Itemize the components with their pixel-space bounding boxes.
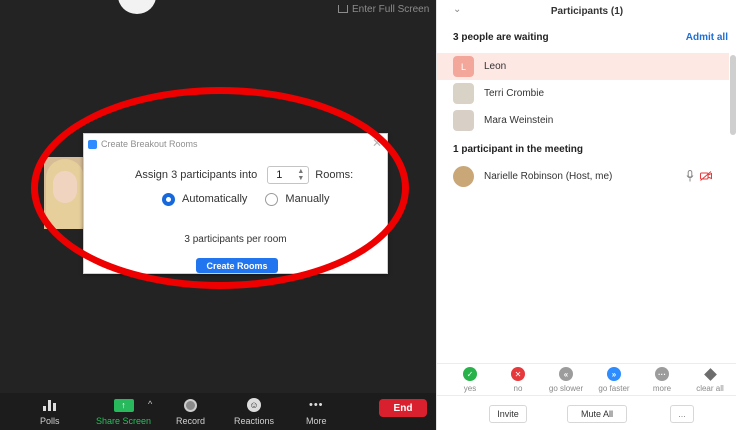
radio-checked-icon[interactable] [162,192,175,206]
waiting-list-scrollbar[interactable] [730,55,736,135]
cross-icon: ✕ [511,367,525,381]
fullscreen-label: Enter Full Screen [352,3,430,15]
top-control-circle[interactable] [118,0,156,14]
dialog-title-bar: Create Breakout Rooms [88,137,198,151]
more-options-button[interactable]: ... [670,405,694,423]
participants-panel: ⌄ Participants (1) 3 people are waiting … [436,0,736,430]
zoom-app-icon [88,139,97,149]
camera-off-icon[interactable] [700,171,712,181]
reactions-button[interactable]: ☺ Reactions [234,396,274,426]
stepper-arrows-icon[interactable]: ▲ ▼ [297,168,304,182]
radio-manually[interactable]: Manually [265,192,330,206]
reactions-label: Reactions [234,416,275,426]
avatar: L [453,56,474,77]
radio-manually-label: Manually [285,193,330,205]
nonverbal-feedback-bar: ✓ yes ✕ no « go slower » go faster ··· m… [437,363,736,393]
record-label: Record [176,416,206,426]
radio-automatically[interactable]: Automatically [162,192,248,206]
dialog-title: Create Breakout Rooms [101,139,198,149]
admit-all-button[interactable]: Admit all [686,32,728,43]
participant-name: Mara Weinstein [484,115,554,126]
create-rooms-button[interactable]: Create Rooms [196,258,278,273]
microphone-icon[interactable] [686,170,694,182]
radio-unchecked-icon[interactable] [265,192,279,206]
more-button[interactable]: ••• More [306,396,327,426]
participant-name: Terri Crombie [484,88,545,99]
feedback-label: no [513,384,523,393]
waiting-room-title: 3 people are waiting [453,32,549,43]
record-icon [184,396,197,414]
reactions-icon: ☺ [247,396,262,414]
room-count-stepper[interactable]: 1 ▲ ▼ [267,166,310,184]
waiting-participant-row[interactable]: Mara Weinstein [437,107,729,134]
mute-all-button[interactable]: Mute All [567,405,627,423]
feedback-label: clear all [696,384,724,393]
waiting-room-header: 3 people are waiting Admit all [437,28,736,48]
share-screen-button[interactable]: ↑ Share Screen [96,396,151,426]
more-dots-icon: ··· [655,367,669,381]
participants-per-room-text: 3 participants per room [184,234,287,245]
meeting-area: Enter Full Screen Create Breakout Rooms … [0,0,436,430]
share-options-caret-icon[interactable]: ^ [148,399,152,409]
more-label: More [306,416,327,426]
check-icon: ✓ [463,367,477,381]
in-meeting-title: 1 participant in the meeting [453,144,584,155]
video-face-shape [53,171,77,203]
feedback-go-faster-button[interactable]: » go faster [588,367,640,393]
eraser-icon [703,367,717,381]
polls-label: Polls [40,416,60,426]
feedback-more-button[interactable]: ··· more [636,367,688,393]
fast-forward-icon: » [607,367,621,381]
create-breakout-rooms-dialog: Create Breakout Rooms ✕ Assign 3 partici… [83,133,388,274]
record-button[interactable]: Record [176,396,205,426]
avatar [453,110,474,131]
feedback-go-slower-button[interactable]: « go slower [540,367,592,393]
participant-name: Narielle Robinson (Host, me) [484,171,613,182]
assign-label: Assign 3 participants into [135,169,258,181]
more-dots-icon: ••• [308,399,324,411]
feedback-yes-button[interactable]: ✓ yes [444,367,496,393]
invite-button[interactable]: Invite [489,405,527,423]
room-count-value: 1 [276,169,283,181]
participant-name: Leon [484,61,507,72]
assignment-mode-group: Automatically Manually [162,191,347,207]
rewind-icon: « [559,367,573,381]
meeting-toolbar: Polls ↑ Share Screen ^ Record ☺ Reaction… [0,393,436,430]
rooms-label: Rooms: [315,169,354,181]
fullscreen-icon [338,5,348,13]
feedback-no-button[interactable]: ✕ no [492,367,544,393]
feedback-label: go slower [548,384,584,393]
polls-button[interactable]: Polls [40,396,60,426]
end-meeting-button[interactable]: End [379,399,427,417]
enter-full-screen-button[interactable]: Enter Full Screen [338,2,429,16]
waiting-participant-row[interactable]: L Leon [437,53,729,80]
avatar [453,83,474,104]
participants-footer: Invite Mute All ... [437,395,736,430]
assign-row: Assign 3 participants into 1 ▲ ▼ Rooms: [135,166,353,184]
avatar [453,166,474,187]
panel-title: Participants (1) [550,5,624,17]
dialog-close-icon[interactable]: ✕ [372,136,382,150]
feedback-clear-all-button[interactable]: clear all [684,367,736,393]
feedback-label: more [652,384,672,393]
share-screen-icon: ↑ [113,396,134,414]
meeting-participant-row[interactable]: Narielle Robinson (Host, me) [437,163,729,190]
feedback-label: go faster [598,384,630,393]
share-screen-label: Share Screen [96,416,152,426]
participant-video-tile [44,157,86,229]
waiting-participant-row[interactable]: Terri Crombie [437,80,729,107]
feedback-label: yes [463,384,477,393]
bar-chart-icon [43,396,57,414]
radio-automatically-label: Automatically [182,193,248,205]
